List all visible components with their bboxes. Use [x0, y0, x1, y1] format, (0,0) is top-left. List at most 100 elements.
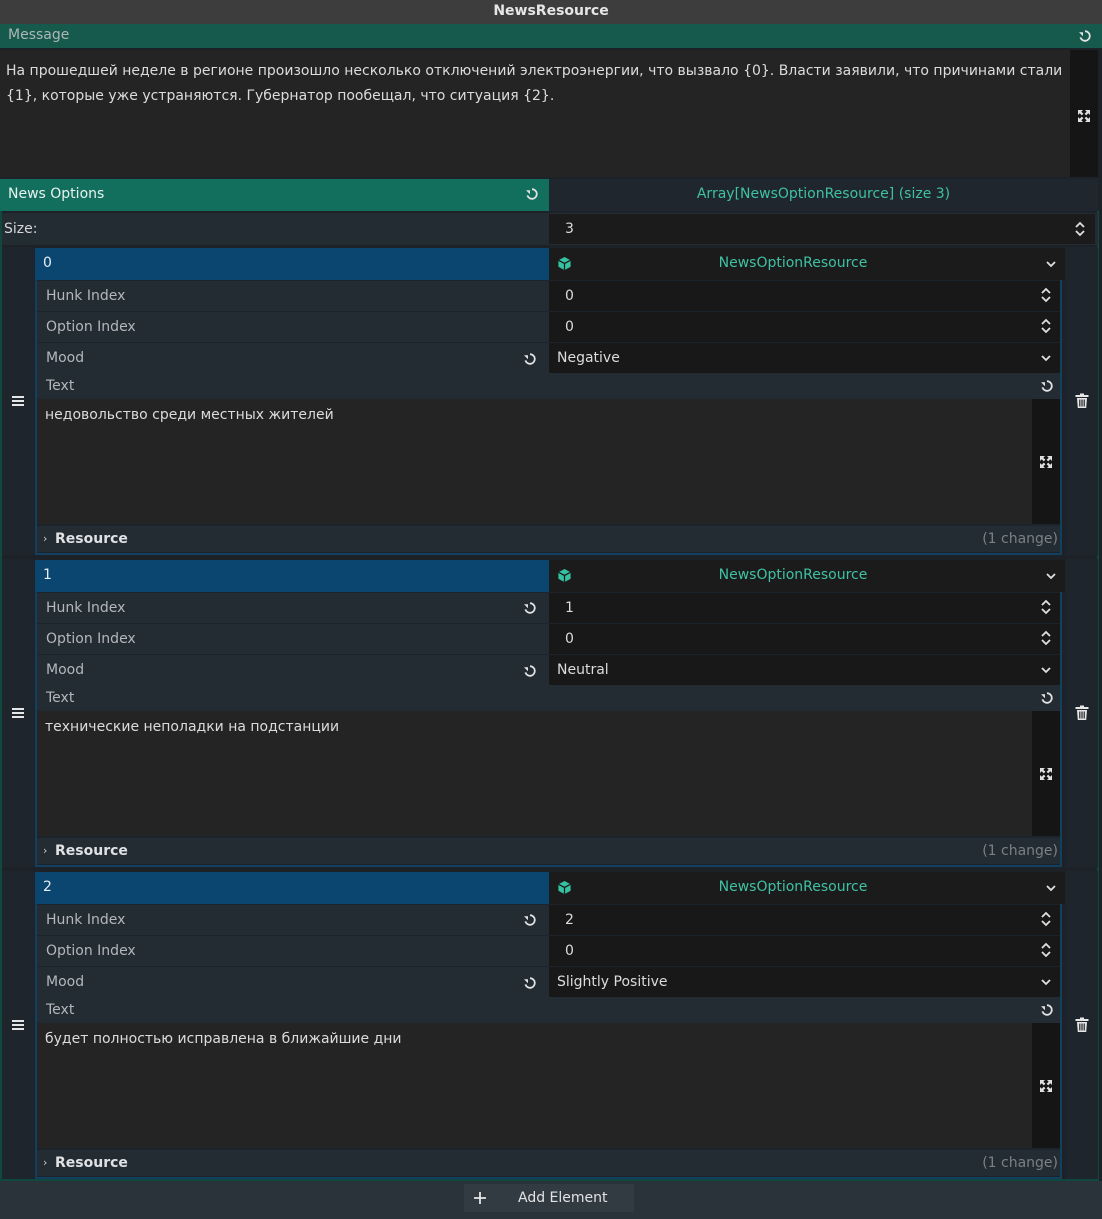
change-count: (1 change) [982, 1155, 1058, 1171]
text-label: Text [46, 378, 75, 394]
expand-icon[interactable] [1077, 109, 1091, 123]
reset-icon[interactable] [523, 913, 537, 927]
resource-section-toggle[interactable]: › Resource (1 change) [37, 526, 1060, 552]
size-value: 3 [565, 221, 574, 237]
spinner-icon[interactable] [1040, 599, 1052, 615]
drag-handle-icon [11, 707, 25, 719]
add-element-label: Add Element [518, 1190, 608, 1206]
reset-icon[interactable] [1040, 379, 1054, 393]
hunk-index-spinbox[interactable]: 2 [549, 905, 1060, 935]
spinner-icon[interactable] [1040, 630, 1052, 646]
change-count: (1 change) [982, 531, 1058, 547]
option-index-value: 0 [565, 631, 574, 647]
chevron-right-icon: › [43, 532, 48, 545]
array-element: 1 NewsOptionResource Hunk Index 1 Option… [2, 559, 1098, 871]
text-row [37, 997, 1060, 1023]
drag-handle[interactable] [2, 871, 34, 1179]
chevron-down-icon [1045, 572, 1057, 580]
mood-value: Slightly Positive [557, 974, 668, 990]
drag-handle[interactable] [2, 559, 34, 867]
size-spinbox[interactable]: 3 [549, 214, 1095, 244]
text-field[interactable]: технические неполадки на подстанции [37, 711, 1032, 836]
spinner-icon[interactable] [1040, 318, 1052, 334]
message-scroll-gutter [1070, 50, 1098, 177]
option-index-value: 0 [565, 319, 574, 335]
resource-label: Resource [55, 531, 128, 547]
text-field[interactable]: недовольство среди местных жителей [37, 399, 1032, 524]
reset-icon[interactable] [523, 352, 537, 366]
spinner-icon[interactable] [1073, 220, 1087, 238]
hunk-index-spinbox[interactable]: 1 [549, 593, 1060, 623]
add-element-button[interactable]: Add Element [464, 1184, 634, 1212]
expand-icon[interactable] [1039, 1079, 1053, 1093]
resource-section-toggle[interactable]: › Resource (1 change) [37, 1150, 1060, 1176]
resource-label: Resource [55, 843, 128, 859]
spinner-icon[interactable] [1040, 287, 1052, 303]
reset-icon[interactable] [523, 185, 541, 203]
mood-dropdown[interactable]: Negative [549, 343, 1060, 373]
text-scroll-gutter [1032, 1023, 1060, 1148]
hunk-index-label: Hunk Index [46, 600, 126, 616]
hunk-index-value: 0 [565, 288, 574, 304]
chevron-down-icon [1040, 354, 1052, 362]
window-title: NewsResource [0, 0, 1102, 24]
reset-icon[interactable] [523, 601, 537, 615]
reset-icon[interactable] [523, 664, 537, 678]
resource-type-label: NewsOptionResource [718, 255, 868, 271]
expand-icon[interactable] [1039, 455, 1053, 469]
mood-value: Neutral [557, 662, 609, 678]
option-index-spinbox[interactable]: 0 [549, 624, 1060, 654]
text-label: Text [46, 1002, 75, 1018]
spinner-icon[interactable] [1040, 911, 1052, 927]
chevron-down-icon [1040, 666, 1052, 674]
hunk-index-spinbox[interactable]: 0 [549, 281, 1060, 311]
option-index-spinbox[interactable]: 0 [549, 936, 1060, 966]
resource-section-toggle[interactable]: › Resource (1 change) [37, 838, 1060, 864]
reset-icon[interactable] [523, 976, 537, 990]
chevron-down-icon [1045, 884, 1057, 892]
option-index-label: Option Index [46, 943, 136, 959]
trash-icon [1075, 1017, 1089, 1033]
array-element: 0 NewsOptionResource Hunk Index 0 Option… [2, 247, 1098, 559]
trash-icon [1075, 705, 1089, 721]
resource-dropdown-button[interactable] [1037, 248, 1065, 280]
delete-element-button[interactable] [1066, 559, 1098, 867]
delete-element-button[interactable] [1066, 871, 1098, 1179]
hunk-index-label: Hunk Index [46, 288, 126, 304]
option-index-spinbox[interactable]: 0 [549, 312, 1060, 342]
mood-value: Negative [557, 350, 620, 366]
mood-dropdown[interactable]: Neutral [549, 655, 1060, 685]
mood-dropdown[interactable]: Slightly Positive [549, 967, 1060, 997]
delete-element-button[interactable] [1066, 247, 1098, 555]
message-textarea[interactable]: На прошедшей неделе в регионе произошло … [0, 50, 1070, 177]
message-label: Message [8, 27, 70, 43]
resource-type-label: NewsOptionResource [718, 879, 868, 895]
element-index: 1 [35, 560, 549, 592]
resource-dropdown-button[interactable] [1037, 560, 1065, 592]
resource-type-button[interactable]: NewsOptionResource [549, 248, 1037, 280]
resource-type-button[interactable]: NewsOptionResource [549, 560, 1037, 592]
drag-handle-icon [11, 395, 25, 407]
array-type-button[interactable]: Array[NewsOptionResource] (size 3) [549, 179, 1098, 211]
resource-type-button[interactable]: NewsOptionResource [549, 872, 1037, 904]
news-options-header[interactable]: News Options [0, 179, 549, 211]
chevron-right-icon: › [43, 844, 48, 857]
reset-icon[interactable] [1040, 1003, 1054, 1017]
plus-icon [472, 1190, 488, 1206]
option-index-label: Option Index [46, 631, 136, 647]
reset-icon[interactable] [1076, 27, 1094, 45]
expand-icon[interactable] [1039, 767, 1053, 781]
text-label: Text [46, 690, 75, 706]
reset-icon[interactable] [1040, 691, 1054, 705]
resource-type-label: NewsOptionResource [718, 567, 868, 583]
drag-handle[interactable] [2, 247, 34, 555]
hunk-index-label: Hunk Index [46, 912, 126, 928]
spinner-icon[interactable] [1040, 942, 1052, 958]
change-count: (1 change) [982, 843, 1058, 859]
mood-label: Mood [46, 662, 85, 678]
mood-label: Mood [46, 974, 85, 990]
message-header: Message [0, 24, 1102, 48]
trash-icon [1075, 393, 1089, 409]
resource-dropdown-button[interactable] [1037, 872, 1065, 904]
text-field[interactable]: будет полностью исправлена в ближайшие д… [37, 1023, 1032, 1148]
